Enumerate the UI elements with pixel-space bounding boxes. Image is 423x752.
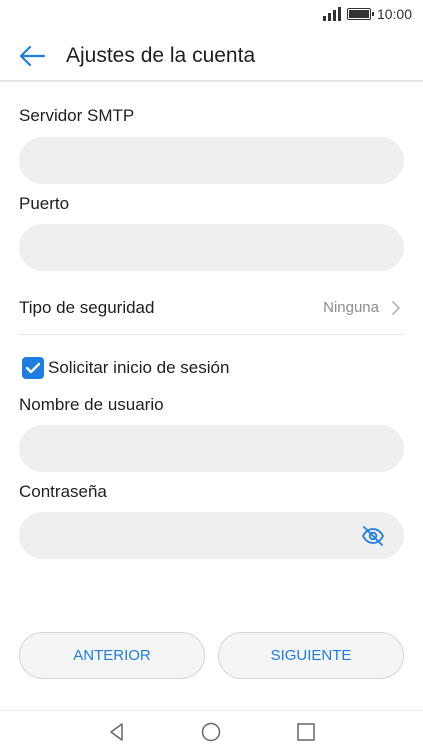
eye-off-icon[interactable] [361,525,385,547]
chevron-right-icon [392,301,400,315]
back-arrow-icon[interactable] [18,44,46,68]
signal-icon [322,7,341,21]
navigation-bar [0,710,423,752]
security-type-row[interactable]: Tipo de seguridad Ninguna [0,282,423,334]
app-bar: Ajustes de la cuenta [0,30,423,82]
port-input[interactable] [19,224,404,271]
smtp-server-label: Servidor SMTP [19,106,135,125]
password-input[interactable] [19,512,404,559]
nav-recent-icon[interactable] [295,721,317,743]
require-signin-checkbox-row[interactable]: Solicitar inicio de sesión [22,357,229,379]
nav-home-icon[interactable] [200,721,222,743]
require-signin-checkbox[interactable] [22,357,44,379]
status-time: 10:00 [376,6,412,22]
checkmark-icon [25,362,41,374]
status-bar: 10:00 [0,0,423,30]
battery-icon [346,8,374,20]
smtp-server-input[interactable] [19,137,404,184]
next-button[interactable]: SIGUIENTE [218,632,404,679]
username-label: Nombre de usuario [19,395,164,414]
security-type-label: Tipo de seguridad [19,298,155,317]
port-label: Puerto [19,194,70,213]
page-title: Ajustes de la cuenta [66,44,256,67]
password-label: Contraseña [19,482,107,501]
divider [19,334,404,335]
security-type-value: Ninguna [323,299,379,316]
previous-button[interactable]: ANTERIOR [19,632,205,679]
screen: 10:00 Ajustes de la cuenta Servidor SMTP… [0,0,423,752]
nav-back-icon[interactable] [106,721,128,743]
require-signin-label: Solicitar inicio de sesión [48,358,230,377]
status-icons: 10:00 [322,6,412,22]
username-input[interactable] [19,425,404,472]
